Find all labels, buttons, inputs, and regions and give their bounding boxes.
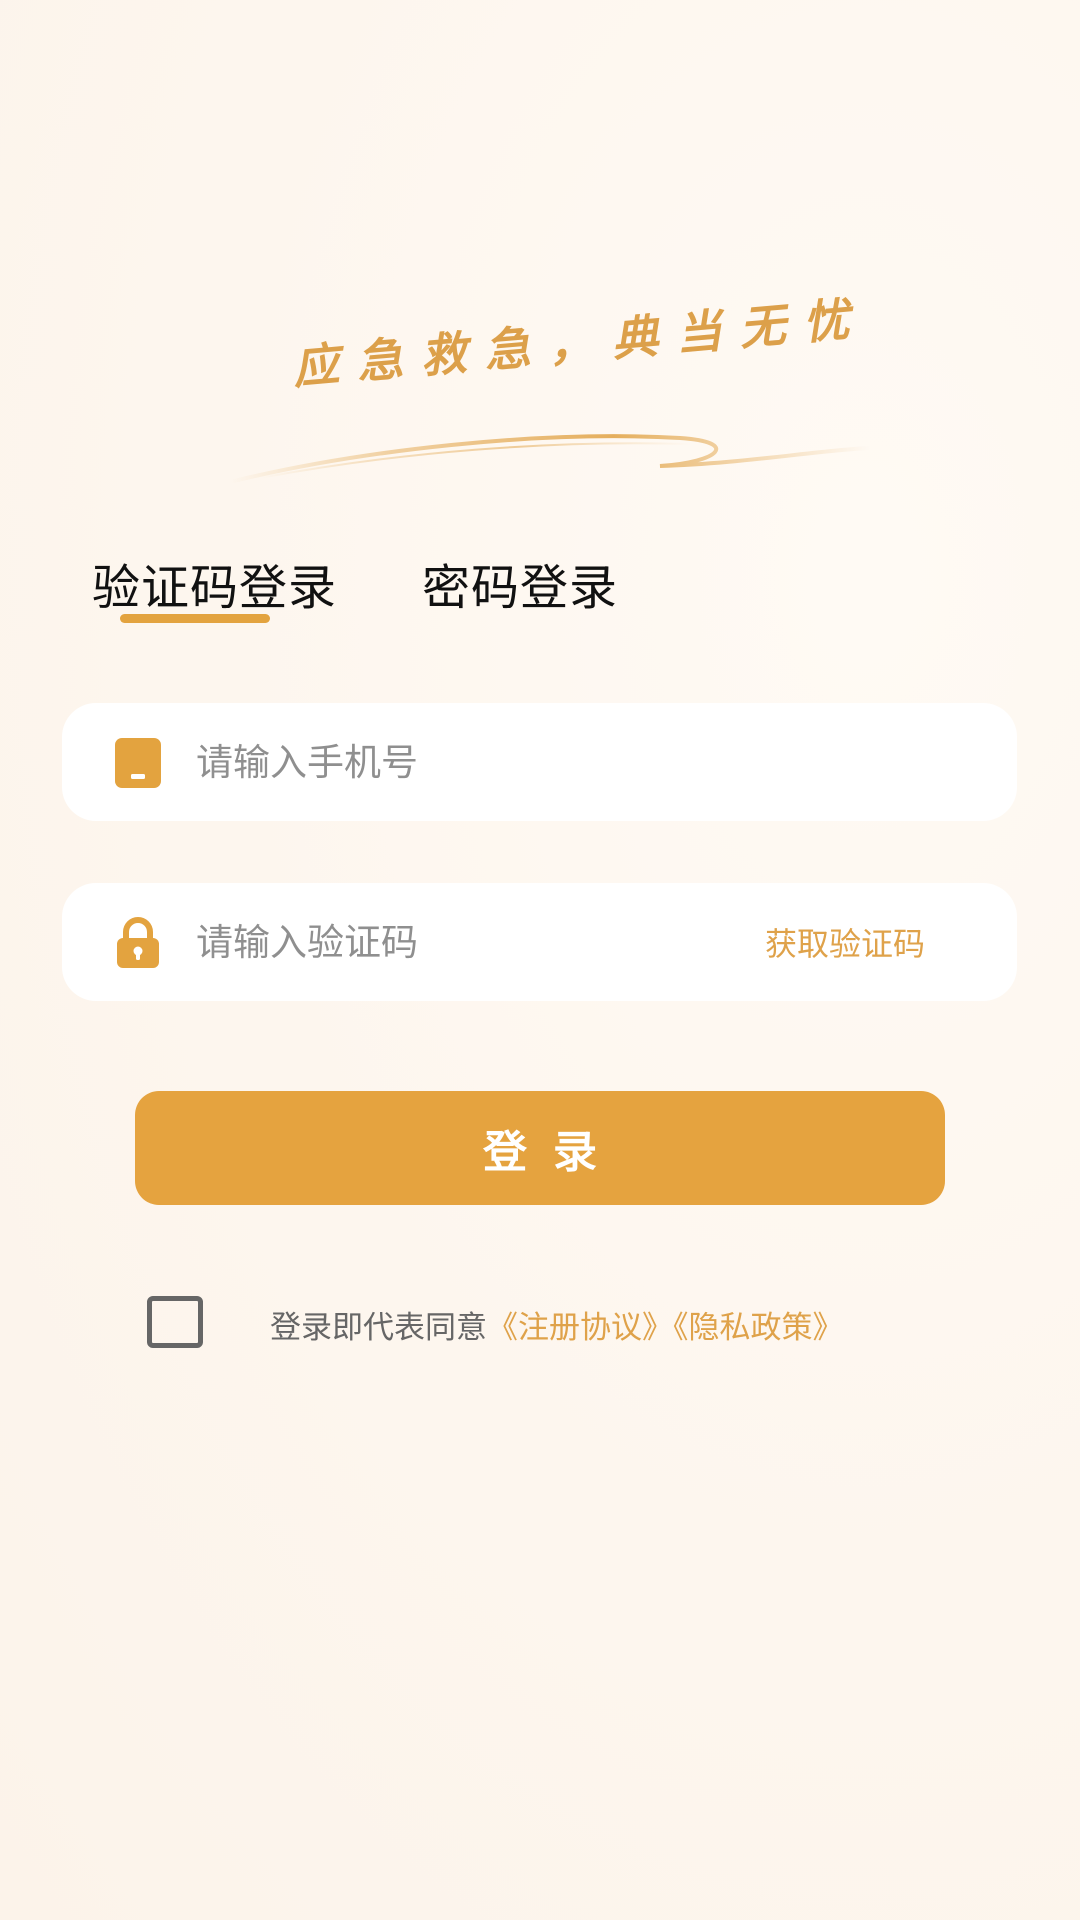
tab-sms-login[interactable]: 验证码登录 bbox=[92, 548, 337, 618]
active-tab-indicator bbox=[120, 614, 270, 623]
login-tabs: 验证码登录 密码登录 bbox=[92, 548, 892, 628]
lock-icon bbox=[117, 917, 159, 968]
phone-icon bbox=[115, 738, 161, 788]
login-page: 应急救急，典当无忧 验证码登录 密码登录 请输入手机号 请输入验证码 获取验证码… bbox=[0, 0, 1080, 1920]
code-input-card: 获取验证码 bbox=[62, 883, 1017, 1001]
phone-input-card bbox=[62, 703, 1017, 821]
agreement-prefix: 登录即代表同意 bbox=[270, 1310, 487, 1346]
register-agreement-link[interactable]: 《注册协议》 bbox=[487, 1310, 673, 1346]
tab-password-login[interactable]: 密码登录 bbox=[422, 548, 618, 618]
get-code-button[interactable]: 获取验证码 bbox=[765, 919, 925, 965]
agreement-text: 登录即代表同意《注册协议》《隐私政策》 bbox=[270, 1302, 844, 1347]
slogan-text: 应急救急，典当无忧 bbox=[290, 290, 870, 395]
privacy-policy-link[interactable]: 《隐私政策》 bbox=[673, 1310, 844, 1346]
slogan-banner: 应急救急，典当无忧 bbox=[220, 291, 880, 490]
login-button[interactable]: 登录 bbox=[135, 1091, 945, 1205]
phone-input[interactable] bbox=[196, 729, 756, 795]
agreement-checkbox[interactable] bbox=[147, 1296, 203, 1348]
slogan-swoosh-decoration bbox=[228, 434, 872, 484]
verification-code-input[interactable] bbox=[196, 909, 616, 975]
agreement-row: 登录即代表同意《注册协议》《隐私政策》 bbox=[147, 1296, 967, 1356]
